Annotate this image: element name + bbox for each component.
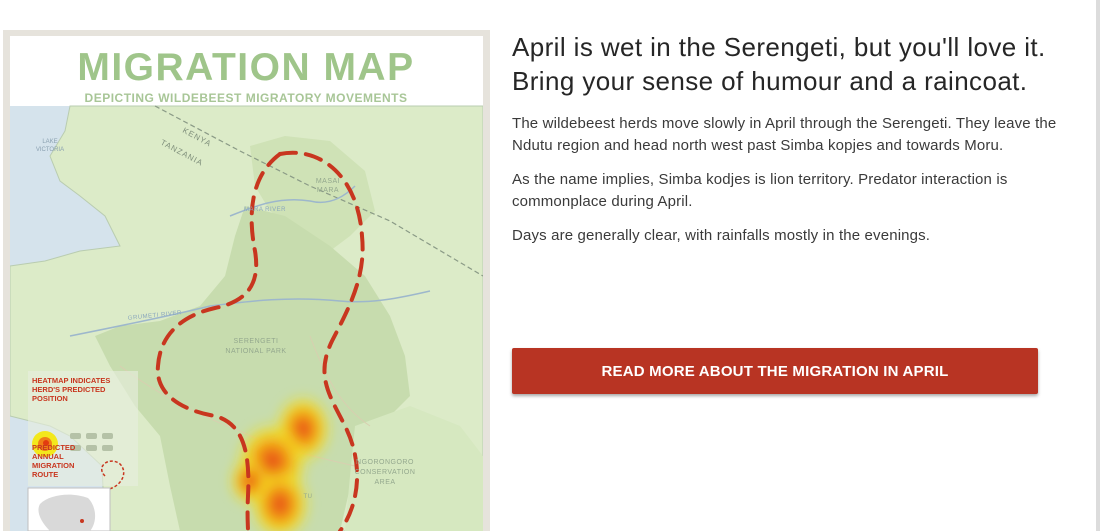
legend-heatmap-line3: POSITION xyxy=(32,394,68,403)
article-content: April is wet in the Serengeti, but you'l… xyxy=(512,30,1097,394)
page-edge xyxy=(1096,0,1100,531)
read-more-button[interactable]: READ MORE ABOUT THE MIGRATION IN APRIL xyxy=(512,348,1038,394)
label-lake: LAKE xyxy=(42,139,57,145)
legend-route-line3: MIGRATION xyxy=(32,461,74,470)
label-mara-river: MARA RIVER xyxy=(244,207,286,213)
inset-location-marker xyxy=(80,519,84,523)
label-ngorongoro: NGORONGORO xyxy=(356,459,414,466)
legend-heatmap-line1: HEATMAP INDICATES xyxy=(32,376,110,385)
legend-route-line1: PREDICTED xyxy=(32,443,76,452)
article-headline: April is wet in the Serengeti, but you'l… xyxy=(512,32,1046,96)
legend-route-line4: ROUTE xyxy=(32,470,58,479)
label-serengeti: SERENGETI xyxy=(234,338,279,345)
legend-heatmap-line2: HERD'S PREDICTED xyxy=(32,385,106,394)
legend-route-line2: ANNUAL xyxy=(32,452,64,461)
map-subtitle: DEPICTING WILDEBEEST MIGRATORY MOVEMENTS xyxy=(85,91,408,105)
article-paragraph-3: Days are generally clear, with rainfalls… xyxy=(512,227,931,244)
migration-map-frame: MIGRATION MAP DEPICTING WILDEBEEST MIGRA… xyxy=(3,30,490,531)
label-conservation: CONSERVATION xyxy=(355,469,416,476)
label-mara: MARA xyxy=(317,187,339,194)
migration-map-image: MIGRATION MAP DEPICTING WILDEBEEST MIGRA… xyxy=(10,36,483,531)
label-area: AREA xyxy=(374,479,395,486)
label-national-park: NATIONAL PARK xyxy=(225,348,286,355)
article-paragraph-1: The wildebeest herds move slowly in Apri… xyxy=(512,115,1057,154)
article-paragraph-2: As the name implies, Simba kodjes is lio… xyxy=(512,171,1008,210)
label-tu: TU xyxy=(304,494,313,500)
label-victoria: VICTORIA xyxy=(36,147,64,153)
map-title: MIGRATION MAP xyxy=(77,46,414,89)
africa-shape xyxy=(38,494,96,531)
migration-map: MIGRATION MAP DEPICTING WILDEBEEST MIGRA… xyxy=(10,36,483,531)
label-masai: MASAI xyxy=(316,178,340,185)
